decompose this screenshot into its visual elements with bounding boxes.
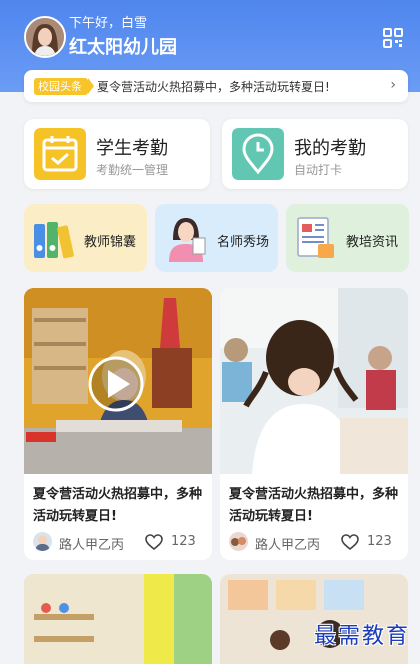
feed-card[interactable]: 夏令营活动火热招募中，多种活动玩转夏日! 路人甲乙丙 123 [220,288,408,560]
like-count: 123 [171,534,196,549]
clock-pin-icon [232,128,284,180]
calendar-check-icon [34,128,86,180]
greeting-text: 下午好，白雪 [69,16,148,31]
my-attendance-card[interactable]: 我的考勤 自动打卡 [222,119,408,189]
card-title: 学生考勤 [96,138,168,159]
headline-tag: 校园头条 [34,78,94,95]
feed-meta: 路人甲乙丙 123 [33,531,205,553]
school-name: 红太阳幼儿园 [69,37,177,58]
user-avatar[interactable] [24,16,66,58]
feed-title: 夏令营活动火热招募中，多种活动玩转夏日! [229,487,399,524]
chevron-right-icon: › [390,77,396,93]
news-report-icon [297,217,334,258]
feed-meta: 路人甲乙丙 123 [229,531,401,553]
feed-card[interactable] [24,574,212,664]
classroom-photo-thumbnail[interactable] [220,288,408,474]
campus-headline-bar[interactable]: 校园头条 夏令营活动火热招募中，多种活动玩转夏日! › [24,70,408,102]
card-subtitle: 自动打卡 [294,163,343,177]
quick-card-label: 教培资讯 [346,235,399,250]
training-news-card[interactable]: 教培资讯 [286,204,409,272]
headline-text: 夏令营活动火热招募中，多种活动玩转夏日! [97,80,330,94]
famous-teacher-card[interactable]: 名师秀场 [155,204,278,272]
like-count: 123 [367,534,392,549]
student-attendance-card[interactable]: 学生考勤 考勤统一管理 [24,119,210,189]
author-avatar[interactable] [33,532,52,551]
classroom-video-thumbnail[interactable] [24,288,212,474]
binders-icon [34,222,74,259]
feed-title: 夏令营活动火热招募中，多种活动玩转夏日! [33,487,203,524]
card-title: 我的考勤 [294,138,366,159]
quick-card-label: 名师秀场 [217,235,270,250]
author-name: 路人甲乙丙 [59,538,125,553]
quick-card-label: 教师锦囊 [84,235,137,250]
feed-card[interactable]: 夏令营活动火热招募中，多种活动玩转夏日! 路人甲乙丙 123 [24,288,212,560]
heart-icon[interactable] [145,533,163,551]
qr-scan-icon[interactable] [382,27,404,49]
classroom-photo-thumbnail[interactable] [24,574,212,664]
teacher-tips-card[interactable]: 教师锦囊 [24,204,147,272]
teacher-icon [169,218,206,262]
card-subtitle: 考勤统一管理 [96,163,169,177]
author-avatar[interactable] [229,532,248,551]
author-name: 路人甲乙丙 [255,538,321,553]
brand-watermark: 最需教育 [313,624,410,649]
heart-icon[interactable] [341,533,359,551]
